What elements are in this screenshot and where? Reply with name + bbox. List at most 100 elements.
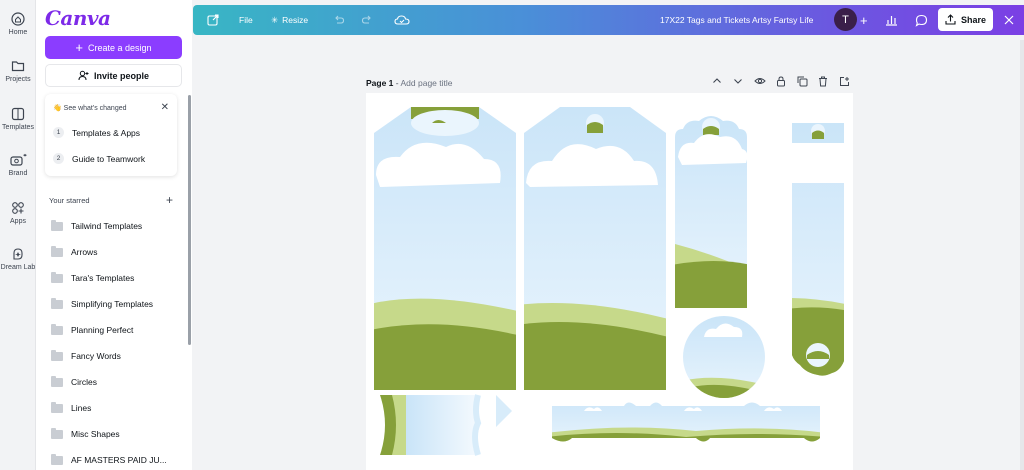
rail-dream-lab-label: Dream Lab [0,264,36,271]
rail-projects[interactable]: Projects [0,59,36,83]
change-item-templates-apps[interactable]: 1 Templates & Apps [53,127,140,138]
change-label: Guide to Teamwork [72,153,146,164]
ticket-artwork[interactable] [380,394,512,456]
undo-button[interactable] [333,5,345,35]
home-icon [11,12,25,26]
cloud-save-status[interactable] [394,5,410,35]
folder-icon [51,271,63,283]
canva-logo[interactable]: Canva [45,6,111,30]
add-starred-button[interactable]: + [166,194,173,206]
folder-icon [51,375,63,387]
rail-projects-label: Projects [5,76,31,83]
cloud-icon [394,15,410,25]
open-external-button[interactable] [207,5,219,35]
whats-changed-card: 👋 See what's changed ✕ 1 Templates & App… [45,94,177,176]
folder-label: Tailwind Templates [71,221,143,231]
redo-button[interactable] [361,5,373,35]
chevron-up-icon[interactable] [712,76,722,88]
folder-label: Circles [71,377,97,387]
delete-page-icon[interactable] [818,76,828,89]
add-page-icon[interactable] [839,76,850,89]
whats-changed-title: 👋 See what's changed [53,105,127,112]
rail-apps[interactable]: Apps [0,201,36,225]
starred-folder[interactable]: Tailwind Templates [51,219,143,232]
starred-folder[interactable]: Lines [51,401,91,414]
plus-icon: + [860,12,868,28]
page-label[interactable]: Page 1 - Add page title [366,78,452,88]
close-editor-button[interactable] [1004,5,1014,35]
canvas-scrollbar[interactable] [1020,40,1024,470]
change-number: 2 [53,153,64,164]
apps-icon [12,202,24,214]
starred-header: Your starred + [49,194,173,206]
avatar[interactable]: T [834,8,857,31]
left-rail: Home Projects Templates Brand Apps Dream… [0,0,36,470]
insights-button[interactable] [885,5,898,35]
add-collaborator-button[interactable]: + [860,5,868,35]
folder-label: Planning Perfect [71,325,134,335]
tag-artwork[interactable] [366,93,526,393]
duplicate-page-icon[interactable] [797,76,808,89]
invite-people-button[interactable]: Invite people [45,64,182,87]
close-icon [1004,15,1014,25]
rail-brand-label: Brand [8,170,28,177]
rail-home[interactable]: Home [0,12,36,36]
document-title[interactable]: 17X22 Tags and Tickets Artsy Fartsy Life [660,5,813,35]
ticket-artwork[interactable] [546,393,826,448]
folder-icon [51,297,63,309]
folder-icon [51,401,63,413]
folder-icon [51,349,63,361]
folder-icon [51,427,63,439]
folder-label: Arrows [71,247,98,257]
folder-icon [51,453,63,465]
tag-artwork[interactable] [786,113,850,383]
resize-menu[interactable]: ✳ Resize [271,5,308,35]
sparkle-icon: 👋 [53,105,62,112]
add-user-icon [78,70,89,81]
starred-folder[interactable]: Circles [51,375,97,388]
design-canvas[interactable] [366,93,853,470]
plus-icon: + [75,39,84,55]
starred-folder[interactable]: Misc Shapes [51,427,120,440]
rail-brand[interactable]: Brand [0,153,36,177]
folder-label: Simplifying Templates [71,299,154,309]
editor-topbar: File ✳ Resize 17X22 Tags and Tickets Art… [193,5,1024,35]
starred-folder[interactable]: Fancy Words [51,349,121,362]
change-number: 1 [53,127,64,138]
upload-icon [945,14,956,25]
rail-templates[interactable]: Templates [0,107,36,131]
starred-folder[interactable]: Tara's Templates [51,271,135,284]
close-icon[interactable]: ✕ [161,102,169,113]
starred-folder[interactable]: Planning Perfect [51,323,134,336]
change-label: Templates & Apps [72,127,141,138]
folder-icon [51,245,63,257]
tag-artwork[interactable] [671,113,751,313]
rail-dream-lab[interactable]: Dream Lab [0,247,36,271]
circle-tag-artwork[interactable] [676,313,776,403]
starred-folder[interactable]: Simplifying Templates [51,297,154,310]
comments-button[interactable] [915,5,928,35]
share-label: Share [960,14,986,25]
design-artwork[interactable] [366,93,853,470]
rail-templates-label: Templates [2,124,34,131]
side-panel: Canva + Create a design Invite people 👋 … [36,0,192,470]
share-button[interactable]: Share [938,8,993,31]
starred-folder[interactable]: Arrows [51,245,98,258]
page-title-input[interactable]: Add page title [401,78,453,88]
invite-people-label: Invite people [93,70,149,81]
folder-label: AF MASTERS PAID JU... [71,455,167,465]
tag-artwork[interactable] [516,93,676,393]
change-item-guide-teamwork[interactable]: 2 Guide to Teamwork [53,153,145,164]
lock-icon[interactable] [776,76,786,89]
brand-icon [10,153,27,166]
file-menu[interactable]: File [239,5,253,35]
panel-scrollbar[interactable] [188,95,191,345]
hide-page-icon[interactable] [754,76,766,88]
create-design-button[interactable]: + Create a design [45,36,182,59]
resize-label: Resize [282,15,309,25]
starred-folder[interactable]: AF MASTERS PAID JU... [51,453,167,466]
rail-apps-label: Apps [10,218,26,225]
chevron-down-icon[interactable] [733,76,743,88]
folder-label: Tara's Templates [71,273,135,283]
page-number: Page 1 [366,78,394,88]
